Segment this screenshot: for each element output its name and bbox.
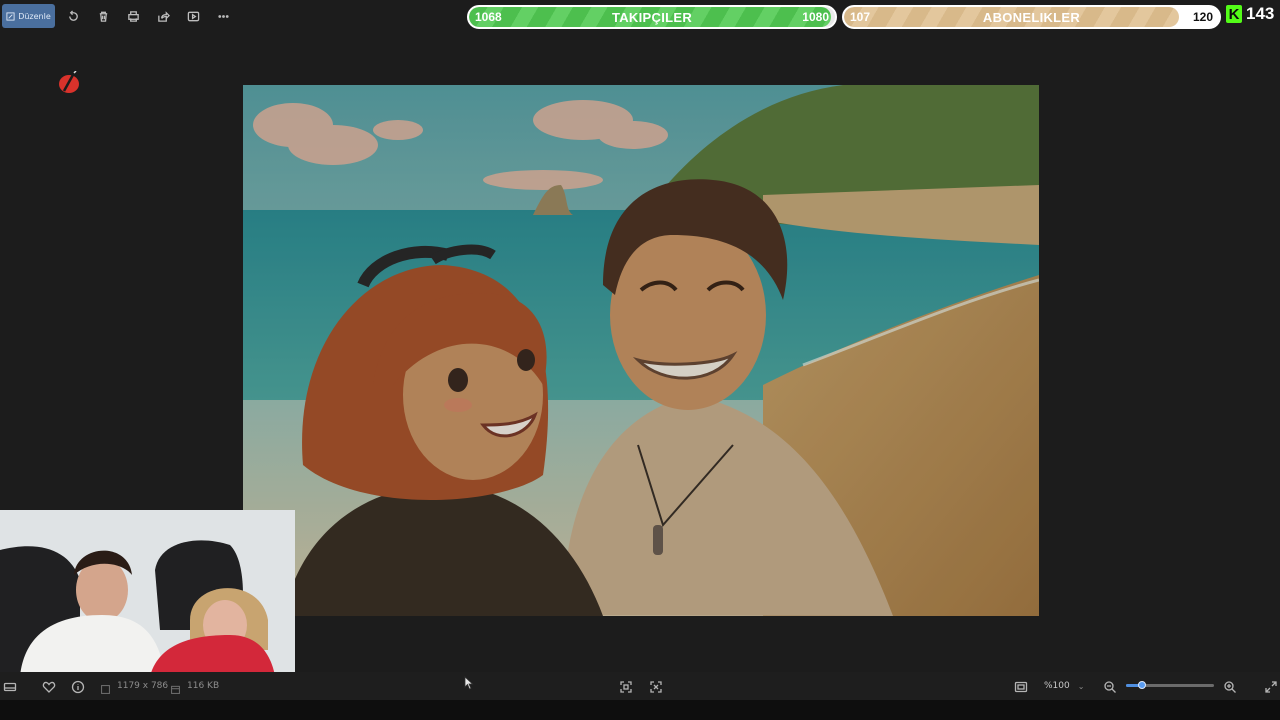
rotate-icon[interactable] (58, 4, 88, 28)
image-dimensions: 1179 x 786 (117, 681, 169, 691)
kick-logo-icon: K (1226, 5, 1242, 23)
subscriptions-goal-bar: 107 ABONELIKLER 120 (842, 5, 1221, 29)
chevron-down-icon: ⌄ (1077, 681, 1085, 691)
displayed-image[interactable] (243, 85, 1039, 616)
followers-label: TAKIPÇILER (611, 9, 693, 25)
file-size: 116 KB (187, 681, 220, 691)
fit-screen-icon[interactable] (1014, 679, 1028, 693)
fit-to-window-icon[interactable] (619, 679, 633, 693)
photo-viewer-window: Düzenle 1068 TAKIPÇILER 1080 107 ABONELI… (0, 0, 1280, 720)
slideshow-icon[interactable] (178, 4, 208, 28)
webcam-overlay (0, 510, 295, 676)
filmstrip-icon[interactable] (3, 679, 17, 693)
bottom-edge (0, 700, 1280, 720)
zoom-in-icon[interactable] (1223, 679, 1237, 693)
followers-goal: 1080 (802, 10, 829, 24)
zoom-level: %100 (1044, 681, 1070, 691)
subscriptions-goal: 120 (1192, 10, 1213, 24)
edit-button-label: Düzenle (18, 11, 51, 21)
dimensions-icon (100, 680, 114, 694)
top-toolbar: Düzenle (0, 0, 238, 32)
mouse-cursor-icon (464, 676, 474, 690)
share-icon[interactable] (148, 4, 178, 28)
trash-icon[interactable] (88, 4, 118, 28)
fullscreen-icon[interactable] (1264, 679, 1278, 693)
zoom-out-icon[interactable] (1103, 679, 1117, 693)
zoom-slider[interactable] (1126, 681, 1214, 689)
zoom-slider-thumb[interactable] (1137, 681, 1146, 689)
edit-icon (6, 11, 15, 21)
subscriptions-label: ABONELIKLER (982, 9, 1081, 25)
info-icon[interactable] (71, 679, 85, 694)
kick-viewer-count: K 143 (1226, 4, 1274, 24)
print-icon[interactable] (118, 4, 148, 28)
edit-button[interactable]: Düzenle (2, 4, 55, 28)
favorite-heart-icon[interactable] (42, 679, 56, 693)
zoom-level-dropdown[interactable]: %100 ⌄ (1038, 676, 1094, 696)
actual-size-icon[interactable] (649, 679, 663, 693)
kick-count: 143 (1246, 4, 1275, 23)
followers-goal-bar: 1068 TAKIPÇILER 1080 (467, 5, 837, 29)
file-size-icon (170, 680, 184, 694)
pen-logo-icon (59, 71, 79, 93)
more-icon[interactable] (208, 4, 238, 28)
